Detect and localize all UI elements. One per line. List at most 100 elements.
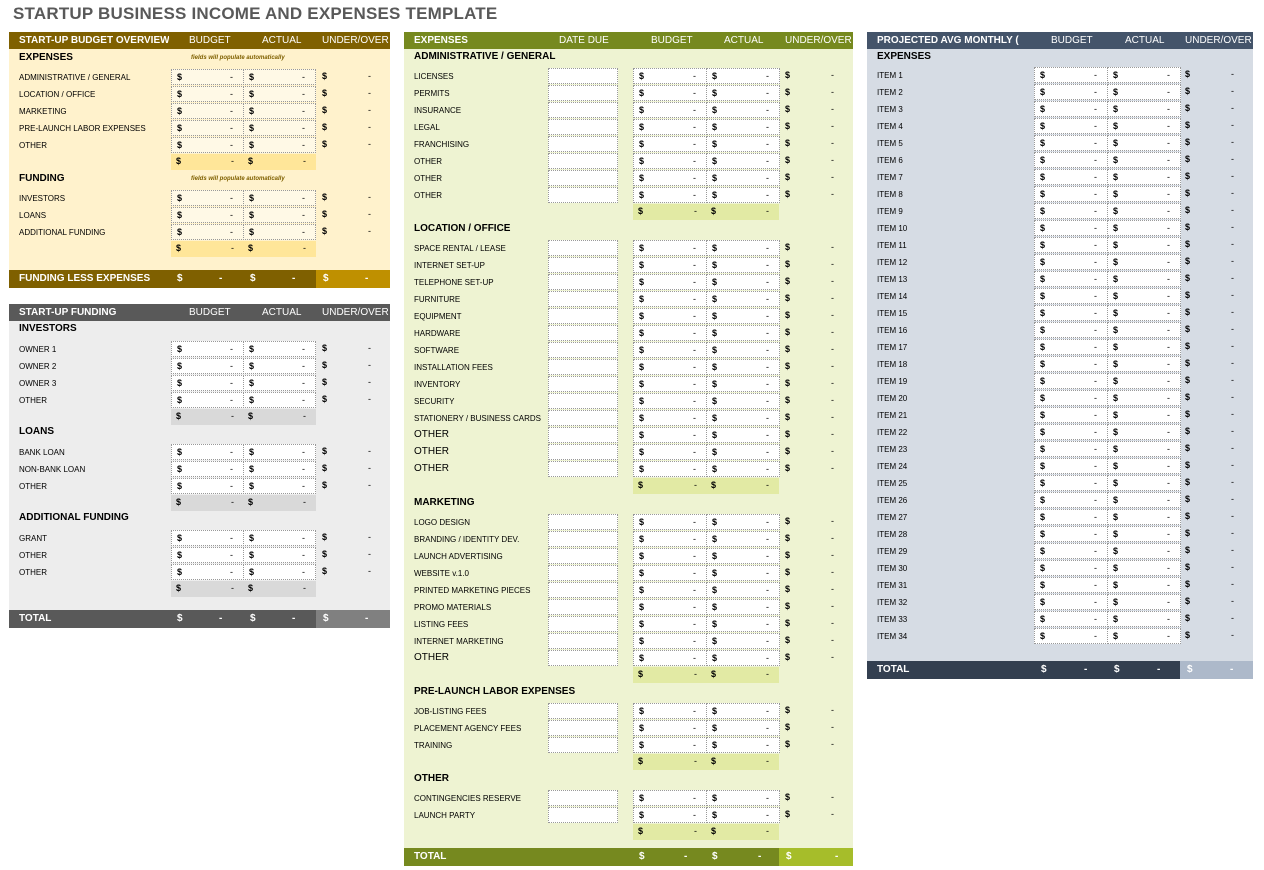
actual-input[interactable]: $ -	[1107, 356, 1181, 372]
budget-input[interactable]: $ -	[1034, 169, 1108, 185]
actual-input[interactable]: $ -	[1107, 84, 1181, 100]
actual-input[interactable]: $ -	[1107, 560, 1181, 576]
actual-input[interactable]: $ -	[1107, 67, 1181, 83]
budget-input[interactable]: $ -	[171, 547, 244, 563]
date-due-input[interactable]	[548, 359, 618, 375]
actual-input[interactable]: $ -	[1107, 594, 1181, 610]
budget-input[interactable]: $ -	[633, 119, 707, 135]
budget-input[interactable]: $ -	[1034, 67, 1108, 83]
actual-input[interactable]: $ -	[706, 616, 780, 632]
date-due-input[interactable]	[548, 274, 618, 290]
budget-input[interactable]: $ -	[171, 564, 244, 580]
actual-input[interactable]: $ -	[706, 325, 780, 341]
budget-input[interactable]: $ -	[633, 136, 707, 152]
date-due-input[interactable]	[548, 187, 618, 203]
date-due-input[interactable]	[548, 514, 618, 530]
budget-input[interactable]: $ -	[633, 427, 707, 443]
date-due-input[interactable]	[548, 737, 618, 753]
actual-input[interactable]: $ -	[1107, 237, 1181, 253]
actual-input[interactable]: $ -	[1107, 152, 1181, 168]
date-due-input[interactable]	[548, 650, 618, 666]
actual-input[interactable]: $ -	[1107, 305, 1181, 321]
budget-input[interactable]: $ -	[1034, 611, 1108, 627]
actual-input[interactable]: $ -	[1107, 424, 1181, 440]
budget-input[interactable]: $ -	[633, 807, 707, 823]
budget-input[interactable]: $ -	[633, 650, 707, 666]
actual-input[interactable]: $ -	[706, 531, 780, 547]
date-due-input[interactable]	[548, 393, 618, 409]
actual-input[interactable]: $ -	[706, 102, 780, 118]
budget-input[interactable]: $ -	[633, 616, 707, 632]
budget-input[interactable]: $ -	[633, 703, 707, 719]
budget-input[interactable]: $ -	[1034, 475, 1108, 491]
budget-input[interactable]: $ -	[633, 599, 707, 615]
budget-input[interactable]: $ -	[633, 359, 707, 375]
budget-input[interactable]: $ -	[633, 376, 707, 392]
budget-input[interactable]: $ -	[1034, 118, 1108, 134]
budget-input[interactable]: $ -	[633, 444, 707, 460]
budget-input[interactable]: $ -	[1034, 254, 1108, 270]
date-due-input[interactable]	[548, 427, 618, 443]
actual-input[interactable]: $ -	[1107, 526, 1181, 542]
actual-input[interactable]: $ -	[706, 807, 780, 823]
budget-input[interactable]: $ -	[1034, 560, 1108, 576]
budget-input[interactable]: $ -	[1034, 509, 1108, 525]
actual-input[interactable]: $ -	[706, 68, 780, 84]
actual-input[interactable]: $ -	[1107, 441, 1181, 457]
actual-input[interactable]: $ -	[706, 342, 780, 358]
budget-input[interactable]: $ -	[633, 153, 707, 169]
date-due-input[interactable]	[548, 240, 618, 256]
budget-input[interactable]: $ -	[1034, 220, 1108, 236]
actual-input[interactable]: $ -	[1107, 254, 1181, 270]
budget-input[interactable]: $ -	[633, 274, 707, 290]
date-due-input[interactable]	[548, 308, 618, 324]
actual-input[interactable]: $ -	[706, 599, 780, 615]
date-due-input[interactable]	[548, 703, 618, 719]
actual-input[interactable]: $ -	[706, 548, 780, 564]
actual-input[interactable]: $ -	[1107, 509, 1181, 525]
budget-input[interactable]: $ -	[633, 565, 707, 581]
budget-input[interactable]: $ -	[1034, 203, 1108, 219]
budget-input[interactable]: $ -	[633, 170, 707, 186]
actual-input[interactable]: $ -	[243, 375, 316, 391]
budget-input[interactable]: $ -	[171, 375, 244, 391]
budget-input[interactable]: $ -	[633, 257, 707, 273]
date-due-input[interactable]	[548, 342, 618, 358]
budget-input[interactable]: $ -	[633, 461, 707, 477]
actual-input[interactable]: $ -	[1107, 186, 1181, 202]
budget-input[interactable]: $ -	[633, 308, 707, 324]
date-due-input[interactable]	[548, 633, 618, 649]
actual-input[interactable]: $ -	[706, 136, 780, 152]
budget-input[interactable]: $ -	[1034, 373, 1108, 389]
actual-input[interactable]: $ -	[1107, 288, 1181, 304]
actual-input[interactable]: $ -	[243, 392, 316, 408]
budget-input[interactable]: $ -	[633, 514, 707, 530]
actual-input[interactable]: $ -	[706, 187, 780, 203]
date-due-input[interactable]	[548, 807, 618, 823]
budget-input[interactable]: $ -	[1034, 288, 1108, 304]
actual-input[interactable]: $ -	[1107, 628, 1181, 644]
budget-input[interactable]: $ -	[633, 187, 707, 203]
budget-input[interactable]: $ -	[633, 410, 707, 426]
date-due-input[interactable]	[548, 616, 618, 632]
date-due-input[interactable]	[548, 102, 618, 118]
budget-input[interactable]: $ -	[1034, 441, 1108, 457]
actual-input[interactable]: $ -	[706, 427, 780, 443]
actual-input[interactable]: $ -	[1107, 339, 1181, 355]
actual-input[interactable]: $ -	[243, 478, 316, 494]
actual-input[interactable]: $ -	[1107, 543, 1181, 559]
date-due-input[interactable]	[548, 565, 618, 581]
actual-input[interactable]: $ -	[706, 461, 780, 477]
budget-input[interactable]: $ -	[171, 392, 244, 408]
actual-input[interactable]: $ -	[1107, 407, 1181, 423]
budget-input[interactable]: $ -	[633, 102, 707, 118]
budget-input[interactable]: $ -	[1034, 135, 1108, 151]
date-due-input[interactable]	[548, 325, 618, 341]
actual-input[interactable]: $ -	[706, 359, 780, 375]
actual-input[interactable]: $ -	[706, 274, 780, 290]
date-due-input[interactable]	[548, 136, 618, 152]
budget-input[interactable]: $ -	[1034, 492, 1108, 508]
actual-input[interactable]: $ -	[243, 461, 316, 477]
budget-input[interactable]: $ -	[171, 461, 244, 477]
budget-input[interactable]: $ -	[1034, 356, 1108, 372]
